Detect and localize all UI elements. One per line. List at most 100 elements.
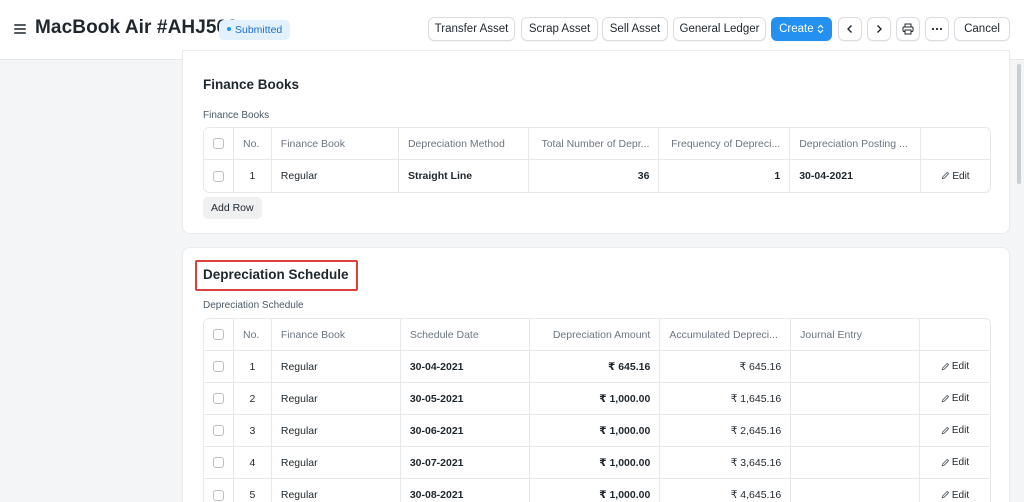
row-number: 4	[234, 447, 272, 479]
edit-row-button[interactable]: Edit	[920, 415, 990, 447]
depreciation-schedule-section: Depreciation Schedule Depreciation Sched…	[182, 247, 1010, 502]
finance-books-table-label: Finance Books	[203, 110, 270, 121]
row-checkbox[interactable]	[204, 351, 234, 383]
add-row-button[interactable]: Add Row	[203, 197, 262, 219]
next-button[interactable]	[867, 17, 891, 41]
pencil-icon	[941, 426, 950, 435]
cell-accumulated-depreciation[interactable]: ₹ 3,645.16	[660, 447, 792, 479]
row-number: 5	[234, 479, 272, 502]
sell-asset-button[interactable]: Sell Asset	[602, 17, 668, 41]
table-row[interactable]: 2 Regular 30-05-2021 ₹ 1,000.00 ₹ 1,645.…	[204, 383, 990, 415]
cell-total-depreciations[interactable]: 36	[529, 160, 660, 192]
pencil-icon	[941, 394, 950, 403]
cell-schedule-date[interactable]: 30-08-2021	[401, 479, 530, 502]
column-header-actions	[920, 319, 990, 351]
select-all-checkbox[interactable]	[204, 128, 234, 160]
edit-label: Edit	[951, 489, 970, 501]
table-header-row: No. Finance Book Depreciation Method Tot…	[204, 128, 990, 160]
edit-row-button[interactable]: Edit	[920, 351, 990, 383]
select-all-checkbox[interactable]	[204, 319, 234, 351]
cell-posting-date[interactable]: 30-04-2021	[790, 160, 921, 192]
cell-depreciation-amount[interactable]: ₹ 1,000.00	[529, 415, 661, 447]
general-ledger-button[interactable]: General Ledger	[673, 17, 766, 41]
finance-books-section: Finance Books Finance Books No. Finance …	[182, 50, 1010, 234]
edit-label: Edit	[951, 457, 970, 468]
cell-depreciation-method[interactable]: Straight Line	[399, 160, 529, 192]
finance-books-table: No. Finance Book Depreciation Method Tot…	[203, 127, 991, 193]
row-checkbox[interactable]	[204, 415, 234, 447]
cell-accumulated-depreciation[interactable]: ₹ 4,645.16	[660, 479, 792, 502]
finance-books-heading: Finance Books	[203, 77, 300, 92]
print-button[interactable]	[896, 17, 920, 41]
edit-row-button[interactable]: Edit	[920, 447, 990, 479]
row-checkbox[interactable]	[204, 383, 234, 415]
table-row[interactable]: 3 Regular 30-06-2021 ₹ 1,000.00 ₹ 2,645.…	[204, 415, 990, 447]
cell-journal-entry[interactable]	[791, 415, 921, 447]
depreciation-schedule-heading: Depreciation Schedule	[203, 267, 349, 282]
table-row[interactable]: 4 Regular 30-07-2021 ₹ 1,000.00 ₹ 3,645.…	[204, 447, 990, 479]
row-number: 1	[234, 160, 272, 192]
cell-journal-entry[interactable]	[791, 447, 921, 479]
column-header: No.	[234, 128, 272, 160]
pencil-icon	[941, 362, 950, 371]
edit-row-button[interactable]: Edit	[920, 383, 990, 415]
scrollbar-thumb[interactable]	[1017, 64, 1021, 184]
create-button[interactable]: Create	[771, 17, 832, 41]
cell-journal-entry[interactable]	[791, 479, 921, 502]
cell-journal-entry[interactable]	[791, 383, 921, 415]
cancel-button[interactable]: Cancel	[954, 17, 1010, 41]
more-options-button[interactable]	[925, 17, 949, 41]
previous-button[interactable]	[838, 17, 862, 41]
cell-depreciation-amount[interactable]: ₹ 1,000.00	[529, 447, 661, 479]
row-number: 2	[234, 383, 272, 415]
printer-icon	[902, 23, 914, 35]
cell-schedule-date[interactable]: 30-07-2021	[400, 447, 530, 479]
column-header: No.	[234, 319, 272, 351]
pencil-icon	[941, 458, 950, 467]
edit-row-button[interactable]: Edit	[921, 160, 990, 192]
cell-accumulated-depreciation[interactable]: ₹ 1,645.16	[660, 383, 792, 415]
column-header: Finance Book	[271, 128, 399, 160]
row-checkbox[interactable]	[204, 447, 234, 479]
table-row[interactable]: 5 Regular 30-08-2021 ₹ 1,000.00 ₹ 4,645.…	[204, 479, 990, 502]
cell-finance-book[interactable]: Regular	[271, 447, 401, 479]
table-header-row: No. Finance Book Schedule Date Depreciat…	[204, 319, 990, 351]
cell-depreciation-amount[interactable]: ₹ 645.16	[529, 351, 661, 383]
cell-journal-entry[interactable]	[791, 351, 921, 383]
table-row[interactable]: 1 Regular 30-04-2021 ₹ 645.16 ₹ 645.16 E…	[204, 351, 990, 383]
row-checkbox[interactable]	[204, 479, 234, 502]
edit-label: Edit	[952, 170, 970, 182]
cell-accumulated-depreciation[interactable]: ₹ 2,645.16	[660, 415, 792, 447]
cell-finance-book[interactable]: Regular	[271, 351, 401, 383]
create-button-label: Create	[779, 23, 814, 35]
page-scrollbar[interactable]	[1014, 60, 1024, 502]
column-header: Depreciation Amount	[529, 319, 661, 351]
scrap-asset-button[interactable]: Scrap Asset	[521, 17, 598, 41]
cell-finance-book[interactable]: Regular	[271, 383, 401, 415]
column-header: Accumulated Depreci...	[660, 319, 792, 351]
cell-schedule-date[interactable]: 30-04-2021	[400, 351, 530, 383]
cell-accumulated-depreciation[interactable]: ₹ 645.16	[660, 351, 792, 383]
column-header: Finance Book	[271, 319, 401, 351]
cell-finance-book[interactable]: Regular	[272, 479, 401, 502]
column-header: Frequency of Depreci...	[659, 128, 791, 160]
column-header: Total Number of Depr...	[528, 128, 660, 160]
row-number: 1	[234, 351, 272, 383]
table-row[interactable]: 1 Regular Straight Line 36 1 30-04-2021 …	[204, 160, 990, 192]
cell-finance-book[interactable]: Regular	[271, 415, 401, 447]
cell-frequency[interactable]: 1	[659, 160, 791, 192]
row-checkbox[interactable]	[204, 160, 234, 192]
cell-schedule-date[interactable]: 30-05-2021	[400, 383, 530, 415]
edit-row-button[interactable]: Edit	[920, 479, 990, 502]
edit-label: Edit	[951, 393, 970, 404]
cell-finance-book[interactable]: Regular	[272, 160, 399, 192]
cell-schedule-date[interactable]: 30-06-2021	[400, 415, 530, 447]
transfer-asset-button[interactable]: Transfer Asset	[428, 17, 515, 41]
cell-depreciation-amount[interactable]: ₹ 1,000.00	[529, 383, 661, 415]
status-badge-label: Submitted	[235, 24, 283, 36]
column-header: Depreciation Method	[398, 128, 529, 160]
depreciation-schedule-table-label: Depreciation Schedule	[203, 300, 304, 311]
sidebar-toggle-icon[interactable]	[14, 24, 26, 34]
cell-depreciation-amount[interactable]: ₹ 1,000.00	[530, 479, 661, 502]
select-arrows-icon	[817, 24, 824, 34]
